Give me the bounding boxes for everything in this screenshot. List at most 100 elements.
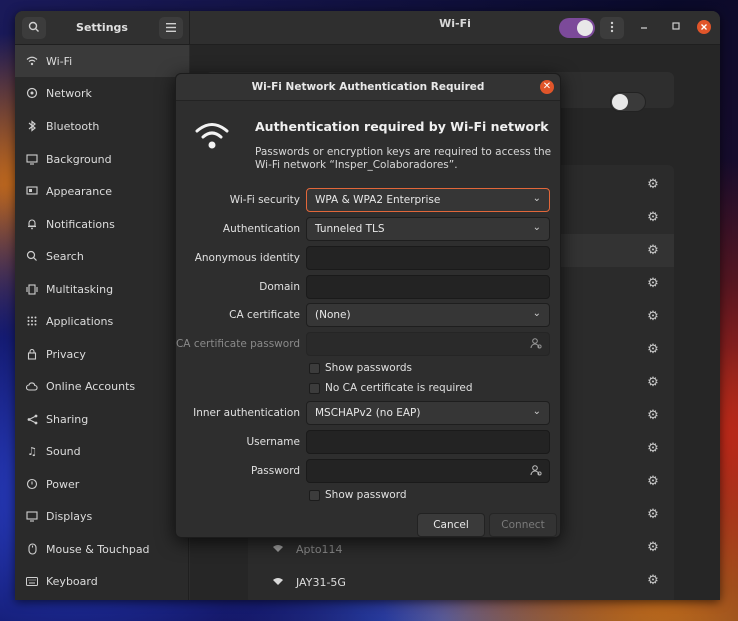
ca-certificate-label: CA certificate [229,309,300,321]
toggle-knob [612,94,628,110]
password-input[interactable] [306,459,550,483]
authentication-select[interactable]: Tunneled TLS ⌄ [306,217,550,241]
anonymous-identity-input[interactable] [306,246,550,270]
sidebar-item-label: Keyboard [46,574,98,588]
inner-authentication-value: MSCHAPv2 (no EAP) [315,407,421,419]
chevron-down-icon: ⌄ [532,222,541,233]
gear-icon[interactable]: ⚙ [645,243,661,259]
anonymous-identity-label: Anonymous identity [194,252,300,264]
minimize-icon[interactable] [639,21,649,34]
chevron-down-icon: ⌄ [532,308,541,319]
gear-icon[interactable]: ⚙ [645,342,661,358]
share-icon [25,412,39,426]
inner-authentication-select[interactable]: MSCHAPv2 (no EAP) ⌄ [306,401,550,425]
appearance-icon [25,184,39,198]
authentication-value: Tunneled TLS [315,223,385,235]
authentication-label: Authentication [222,223,300,235]
gear-icon[interactable]: ⚙ [645,309,661,325]
gear-icon[interactable]: ⚙ [645,408,661,424]
search-button[interactable] [22,17,46,39]
network-name: Apto114 [296,543,343,556]
sidebar-item-label: Privacy [46,347,86,361]
sidebar-item-label: Power [46,477,80,491]
connect-button[interactable]: Connect [489,513,557,537]
sidebar-item-mouse-touchpad[interactable]: Mouse & Touchpad [15,533,189,565]
sidebar-item-notifications[interactable]: Notifications [15,208,189,240]
gear-icon[interactable]: ⚙ [645,507,661,523]
menu-button[interactable] [159,17,183,39]
multitasking-icon [25,282,39,296]
wifi-security-select[interactable]: WPA & WPA2 Enterprise ⌄ [306,188,550,212]
gear-icon[interactable]: ⚙ [645,177,661,193]
gear-icon[interactable]: ⚙ [645,573,661,589]
music-icon: ♫ [27,444,37,458]
username-label: Username [246,436,300,448]
show-password-checkbox[interactable]: Show password [309,489,407,501]
airplane-mode-toggle[interactable] [610,92,646,112]
sidebar-item-label: Sharing [46,412,89,426]
ca-certificate-password-input[interactable] [306,332,550,356]
gear-icon[interactable]: ⚙ [645,540,661,556]
password-options-icon[interactable] [529,464,543,478]
checkbox-label: Show passwords [325,362,412,374]
username-input[interactable] [306,430,550,454]
network-row[interactable]: JAY31-5G [272,576,346,589]
password-options-icon[interactable] [529,337,543,351]
gear-icon[interactable]: ⚙ [645,276,661,292]
sidebar-item-network[interactable]: Network [15,77,189,109]
password-label: Password [250,465,300,477]
lock-icon [25,347,39,361]
cancel-button[interactable]: Cancel [417,513,485,537]
sidebar-item-background[interactable]: Background [15,143,189,175]
grid-icon [25,314,39,328]
maximize-icon[interactable] [671,21,681,34]
sidebar-item-online-accounts[interactable]: Online Accounts [15,370,189,402]
sidebar-item-power[interactable]: Power [15,468,189,500]
gear-icon[interactable]: ⚙ [645,441,661,457]
sidebar-item-applications[interactable]: Applications › [15,305,189,337]
network-row[interactable]: Apto114 [272,543,343,556]
sidebar-item-sound[interactable]: ♫ Sound [15,435,189,467]
more-vertical-icon [610,21,614,36]
gear-icon[interactable]: ⚙ [645,474,661,490]
sidebar-item-keyboard[interactable]: Keyboard [15,565,189,597]
wifi-signal-icon [272,543,284,556]
sidebar-item-bluetooth[interactable]: Bluetooth [15,110,189,142]
gear-icon[interactable]: ⚙ [645,375,661,391]
wifi-icon [25,54,39,68]
sidebar-item-appearance[interactable]: Appearance [15,175,189,207]
wifi-auth-dialog: Wi-Fi Network Authentication Required ✕ … [175,73,561,538]
network-name: JAY31-5G [296,576,346,589]
keyboard-icon [25,574,39,588]
sidebar-item-search[interactable]: Search [15,240,189,272]
sidebar-item-sharing[interactable]: Sharing [15,403,189,435]
checkbox-label: Show password [325,489,407,501]
dialog-header: Wi-Fi Network Authentication Required ✕ [176,74,560,101]
sidebar-item-label: Mouse & Touchpad [46,542,150,556]
search-icon [28,21,40,36]
sidebar-item-label: Notifications [46,217,115,231]
sidebar-item-multitasking[interactable]: Multitasking [15,273,189,305]
sidebar-item-label: Wi-Fi [46,54,73,68]
sidebar-item-privacy[interactable]: Privacy › [15,338,189,370]
gear-icon[interactable]: ⚙ [645,210,661,226]
network-icon [25,86,39,100]
checkbox-label: No CA certificate is required [325,382,473,394]
wifi-toggle[interactable] [559,18,595,38]
sidebar-item-displays[interactable]: Displays [15,500,189,532]
chevron-down-icon: ⌄ [532,193,541,204]
sidebar-item-wifi[interactable]: Wi-Fi [15,45,189,77]
sidebar-item-label: Multitasking [46,282,114,296]
domain-label: Domain [259,281,300,293]
dialog-heading: Authentication required by Wi-Fi network [255,119,549,134]
close-icon[interactable]: ✕ [540,80,554,94]
show-passwords-checkbox[interactable]: Show passwords [309,362,412,374]
sidebar-item-label: Appearance [46,184,113,198]
no-ca-required-checkbox[interactable]: No CA certificate is required [309,382,473,394]
chevron-down-icon: ⌄ [532,406,541,417]
window-close-icon[interactable] [697,20,711,34]
ca-certificate-select[interactable]: (None) ⌄ [306,303,550,327]
wifi-security-label: Wi-Fi security [229,194,300,206]
wifi-menu-button[interactable] [600,17,624,39]
domain-input[interactable] [306,275,550,299]
